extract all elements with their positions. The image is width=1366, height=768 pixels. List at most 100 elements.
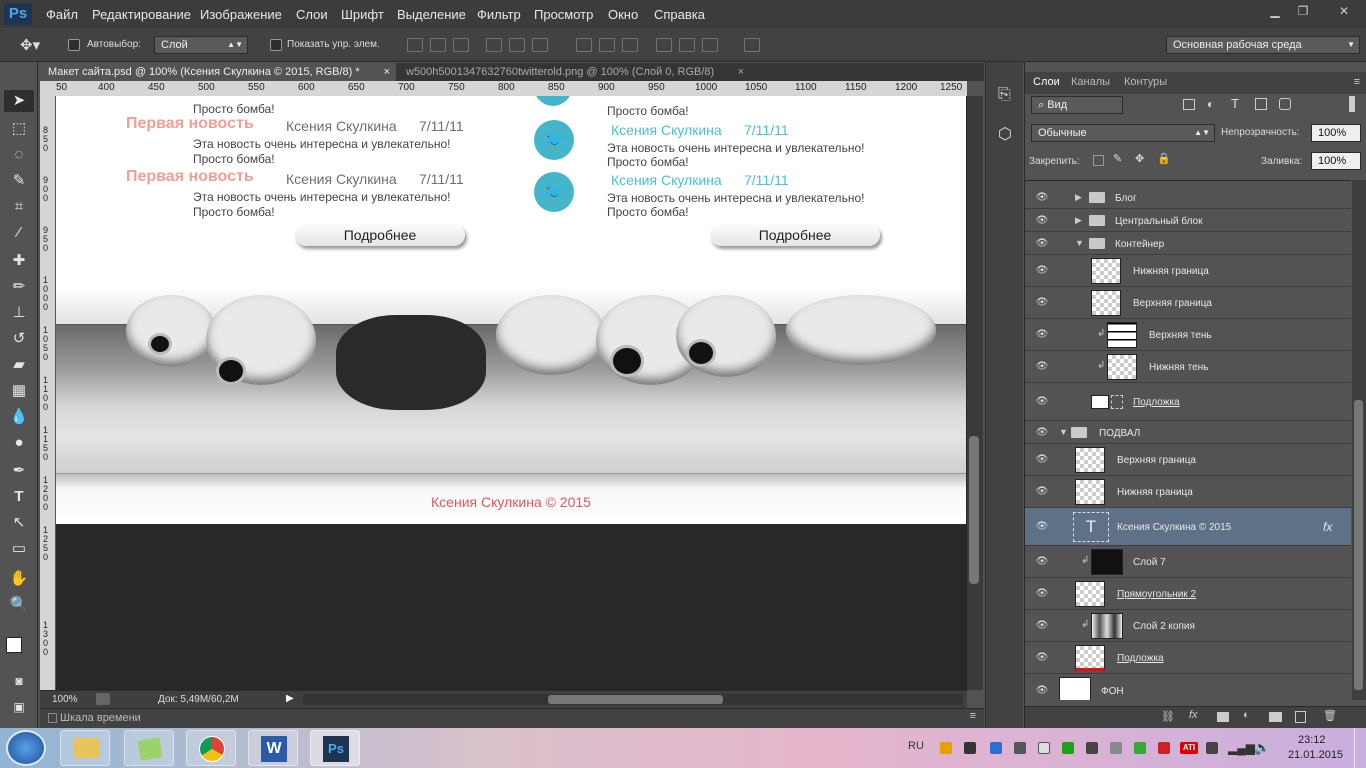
- distribute-left-icon[interactable]: [656, 38, 672, 52]
- zoom-tool-icon[interactable]: 🔍: [4, 594, 34, 616]
- language-indicator[interactable]: RU: [908, 740, 924, 752]
- more-button-twitter[interactable]: Подробнее: [710, 224, 880, 246]
- document-canvas[interactable]: Просто бомба! Просто бомба! Первая новос…: [56, 96, 966, 524]
- healing-brush-icon[interactable]: ✚: [4, 250, 34, 272]
- timeline-label[interactable]: Шкала времени: [60, 712, 141, 724]
- canvas-horizontal-scrollbar[interactable]: [303, 694, 963, 705]
- blend-mode-dropdown[interactable]: Обычные ▲▼: [1031, 124, 1215, 142]
- visibility-eye-icon[interactable]: 👁: [1035, 361, 1049, 372]
- brush-tool-icon[interactable]: ✏: [4, 276, 34, 298]
- move-tool-icon[interactable]: ✥▾: [20, 36, 40, 54]
- layer-row[interactable]: 👁 ↲ Слой 7: [1025, 546, 1351, 578]
- link-layers-icon[interactable]: ⛓: [1161, 710, 1175, 723]
- tab-paths[interactable]: Контуры: [1124, 76, 1167, 88]
- tray-icon[interactable]: [1086, 742, 1098, 754]
- volume-icon[interactable]: 🔊: [1254, 740, 1270, 756]
- delete-layer-icon[interactable]: 🗑: [1323, 709, 1337, 722]
- layer-row[interactable]: 👁 Прямоугольник 2: [1025, 578, 1351, 610]
- layers-scrollbar[interactable]: [1352, 180, 1366, 700]
- layer-row[interactable]: 👁 ▶ Блог: [1025, 186, 1351, 209]
- visibility-eye-icon[interactable]: 👁: [1035, 521, 1049, 532]
- tab-channels[interactable]: Каналы: [1071, 76, 1110, 88]
- tab-twitter-png[interactable]: w500h5001347632760twitterold.png @ 100% …: [398, 63, 748, 81]
- autoselect-checkbox[interactable]: [68, 39, 80, 51]
- new-adjustment-icon[interactable]: ◐: [1243, 709, 1250, 721]
- status-menu-arrow-icon[interactable]: ▶: [286, 693, 294, 704]
- scroll-thumb[interactable]: [548, 695, 723, 704]
- visibility-eye-icon[interactable]: 👁: [1035, 620, 1049, 631]
- stamp-tool-icon[interactable]: ⊥: [4, 302, 34, 324]
- move-tool-icon[interactable]: ➤: [4, 90, 34, 112]
- clock-time[interactable]: 23:12: [1298, 734, 1326, 746]
- status-share-icon[interactable]: [96, 693, 110, 705]
- menu-file[interactable]: Файл: [46, 7, 78, 22]
- taskbar-photoshop[interactable]: Ps: [310, 730, 360, 766]
- eraser-tool-icon[interactable]: ▰: [4, 354, 34, 376]
- path-select-icon[interactable]: ↖: [4, 512, 34, 534]
- add-style-icon[interactable]: fx: [1189, 709, 1198, 721]
- filter-pixel-icon[interactable]: [1183, 99, 1195, 110]
- marquee-tool-icon[interactable]: ⬚: [4, 118, 34, 140]
- tray-icon[interactable]: [1110, 742, 1122, 754]
- taskbar-app[interactable]: [124, 730, 174, 766]
- scroll-thumb[interactable]: [1354, 400, 1363, 690]
- timeline-toggle-icon[interactable]: [48, 713, 57, 723]
- menu-window[interactable]: Окно: [608, 7, 638, 22]
- show-desktop-button[interactable]: [1354, 728, 1366, 768]
- hand-tool-icon[interactable]: ✋: [4, 568, 34, 590]
- menu-layers[interactable]: Слои: [296, 7, 328, 22]
- layer-row[interactable]: 👁 ↲ Верхняя тень: [1025, 319, 1351, 351]
- tray-icon[interactable]: [1014, 742, 1026, 754]
- taskbar-word[interactable]: W: [248, 730, 298, 766]
- menu-edit[interactable]: Редактирование: [92, 7, 191, 22]
- lock-transparency-icon[interactable]: [1093, 155, 1104, 166]
- taskbar-explorer[interactable]: [60, 730, 110, 766]
- distribute-top-icon[interactable]: [576, 38, 592, 52]
- fill-field[interactable]: 100%: [1311, 152, 1361, 170]
- scroll-thumb[interactable]: [969, 436, 979, 584]
- ati-icon[interactable]: ATI: [1180, 742, 1198, 754]
- lock-position-icon[interactable]: ✥: [1135, 152, 1144, 165]
- layer-row[interactable]: 👁 Подложка: [1025, 383, 1351, 421]
- filter-shape-icon[interactable]: [1255, 98, 1267, 110]
- menu-type[interactable]: Шрифт: [341, 7, 384, 22]
- screen-mode-icon[interactable]: ▣: [4, 696, 34, 718]
- align-hcenter-icon[interactable]: [509, 38, 525, 52]
- zoom-level[interactable]: 100%: [52, 694, 78, 705]
- layer-row[interactable]: 👁 Подложка: [1025, 642, 1351, 674]
- menu-image[interactable]: Изображение: [200, 7, 282, 22]
- 3d-panel-icon[interactable]: ⬡: [998, 124, 1012, 144]
- layer-row[interactable]: 👁 ▶ Центральный блок: [1025, 209, 1351, 232]
- opacity-field[interactable]: 100%: [1311, 124, 1361, 142]
- visibility-eye-icon[interactable]: 👁: [1035, 588, 1049, 599]
- align-top-icon[interactable]: [407, 38, 423, 52]
- tray-icon[interactable]: [1062, 742, 1074, 754]
- history-panel-icon[interactable]: ⎘: [998, 86, 1011, 104]
- layer-row[interactable]: 👁 ▼ ПОДВАЛ: [1025, 421, 1351, 444]
- fx-icon[interactable]: fx: [1323, 520, 1332, 534]
- visibility-eye-icon[interactable]: 👁: [1035, 265, 1049, 276]
- layer-row[interactable]: 👁 Верхняя граница: [1025, 287, 1351, 319]
- filter-toggle-icon[interactable]: [1349, 96, 1355, 112]
- rectangle-tool-icon[interactable]: ▭: [4, 538, 34, 560]
- tab-close-icon[interactable]: ×: [384, 63, 390, 81]
- panel-menu-icon[interactable]: ≡: [970, 710, 976, 722]
- layer-row[interactable]: 👁 ФОН: [1025, 674, 1351, 700]
- tray-icon[interactable]: [1038, 742, 1050, 754]
- visibility-eye-icon[interactable]: 👁: [1035, 215, 1049, 226]
- tray-icon[interactable]: [964, 742, 976, 754]
- tab-layers[interactable]: Слои: [1033, 76, 1060, 88]
- start-button-icon[interactable]: [6, 730, 46, 766]
- tab-mockup[interactable]: Макет сайта.psd @ 100% (Ксения Скулкина …: [40, 63, 396, 81]
- visibility-eye-icon[interactable]: 👁: [1035, 486, 1049, 497]
- crop-tool-icon[interactable]: ⌗: [4, 196, 34, 218]
- menu-view[interactable]: Просмотр: [534, 7, 593, 22]
- expand-arrow-icon[interactable]: ▶: [1075, 192, 1082, 203]
- lock-pixels-icon[interactable]: ✎: [1113, 152, 1122, 165]
- tray-icon[interactable]: [1134, 742, 1146, 754]
- layer-row[interactable]: 👁 Верхняя граница: [1025, 444, 1351, 476]
- lasso-tool-icon[interactable]: ◌: [4, 144, 34, 166]
- align-left-icon[interactable]: [486, 38, 502, 52]
- new-layer-icon[interactable]: [1295, 711, 1306, 723]
- visibility-eye-icon[interactable]: 👁: [1035, 685, 1049, 696]
